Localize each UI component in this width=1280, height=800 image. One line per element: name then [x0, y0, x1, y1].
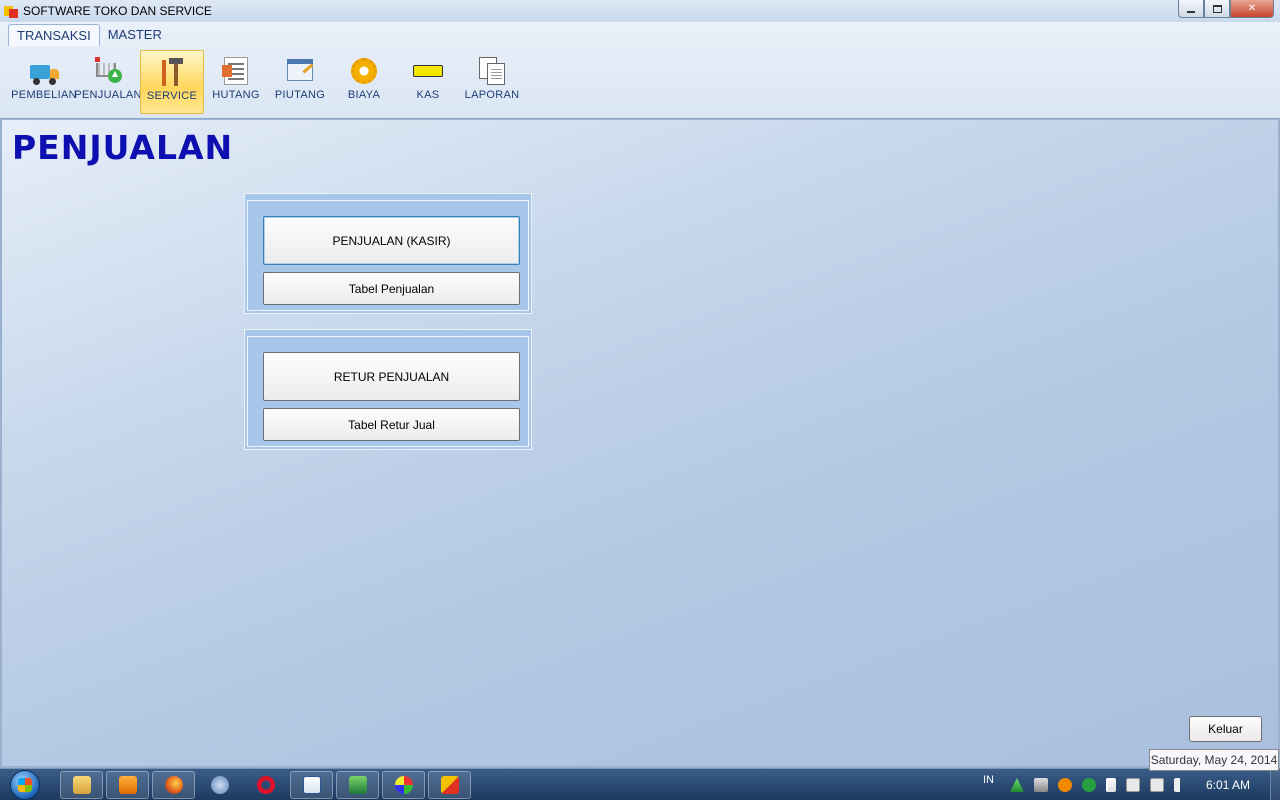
volume-icon[interactable]	[1173, 778, 1188, 792]
tools-icon	[156, 56, 188, 88]
tray-orange-icon[interactable]	[1057, 778, 1072, 792]
media-player-icon	[118, 775, 137, 794]
power-icon[interactable]	[1149, 778, 1164, 792]
excel-icon	[348, 775, 367, 794]
cart-icon	[92, 55, 124, 87]
close-button[interactable]: ✕	[1230, 0, 1274, 18]
main-content: PENJUALAN PENJUALAN (KASIR) Tabel Penjua…	[0, 120, 1280, 768]
opera-icon	[256, 775, 275, 794]
tray-network-icon[interactable]	[1033, 778, 1048, 792]
show-desktop-button[interactable]	[1270, 769, 1280, 800]
tool-service[interactable]: SERVICE	[140, 50, 204, 114]
maximize-button[interactable]	[1204, 0, 1230, 18]
tool-biaya[interactable]: BIAYA	[332, 50, 396, 114]
tool-label: BIAYA	[347, 89, 381, 101]
language-indicator[interactable]: IN	[983, 774, 994, 786]
taskbar-word[interactable]	[290, 770, 333, 799]
tool-penjualan[interactable]: PENJUALAN	[74, 50, 142, 114]
taskbar-app-window[interactable]	[428, 770, 471, 799]
ribbon: TRANSAKSI MASTER PEMBELIAN PENJUALAN SER…	[0, 22, 1280, 119]
action-center-flag-icon[interactable]	[1105, 778, 1116, 792]
taskbar-paint[interactable]	[382, 770, 425, 799]
invoice-icon	[284, 55, 316, 87]
window-controls: ✕	[1178, 0, 1274, 18]
firefox-icon	[164, 775, 183, 794]
report-icon	[476, 55, 508, 87]
ledger-icon	[220, 55, 252, 87]
return-table-button[interactable]: Tabel Retur Jual	[263, 408, 520, 441]
app-window-icon	[440, 775, 459, 794]
tool-hutang[interactable]: HUTANG	[204, 50, 268, 114]
taskbar-opera[interactable]	[244, 771, 287, 799]
close-icon: ✕	[1247, 3, 1257, 14]
paint-icon	[394, 775, 413, 794]
browser-icon	[210, 775, 229, 794]
tool-piutang[interactable]: PIUTANG	[268, 50, 332, 114]
tool-pembelian[interactable]: PEMBELIAN	[11, 50, 77, 114]
cash-icon	[412, 55, 444, 87]
tool-laporan[interactable]: LAPORAN	[460, 50, 524, 114]
tool-label: PEMBELIAN	[11, 89, 77, 101]
taskbar-excel[interactable]	[336, 770, 379, 799]
tool-kas[interactable]: KAS	[396, 50, 460, 114]
gear-icon	[348, 55, 380, 87]
truck-icon	[28, 55, 60, 87]
exit-button[interactable]: Keluar	[1189, 716, 1262, 742]
taskbar-explorer[interactable]	[60, 770, 103, 799]
page-title: PENJUALAN	[12, 128, 234, 167]
returns-panel: RETUR PENJUALAN Tabel Retur Jual	[244, 329, 532, 450]
tool-label: LAPORAN	[464, 89, 520, 101]
taskbar-firefox[interactable]	[152, 770, 195, 799]
taskbar: IN 6:01 AM	[0, 768, 1280, 800]
start-button[interactable]	[4, 769, 44, 800]
sales-panel: PENJUALAN (KASIR) Tabel Penjualan	[244, 193, 532, 314]
taskbar-media-player[interactable]	[106, 770, 149, 799]
ribbon-tabs: TRANSAKSI MASTER	[8, 24, 170, 46]
explorer-icon	[72, 775, 91, 794]
window-title: SOFTWARE TOKO DAN SERVICE	[23, 4, 212, 18]
maximize-icon	[1212, 4, 1222, 13]
sales-return-button[interactable]: RETUR PENJUALAN	[263, 352, 520, 401]
tool-label: SERVICE	[146, 90, 198, 102]
taskbar-clock[interactable]: 6:01 AM	[1206, 778, 1250, 792]
tool-label: PENJUALAN	[74, 89, 142, 101]
date-tooltip: Saturday, May 24, 2014	[1149, 749, 1279, 771]
word-icon	[302, 775, 321, 794]
system-tray: IN 6:01 AM	[983, 769, 1280, 800]
app-icon	[4, 4, 18, 18]
minimize-icon	[1187, 10, 1195, 13]
tool-label: KAS	[416, 89, 440, 101]
window-titlebar: SOFTWARE TOKO DAN SERVICE ✕	[0, 0, 1280, 22]
tray-device-icon[interactable]	[1125, 778, 1140, 792]
sales-table-button[interactable]: Tabel Penjualan	[263, 272, 520, 305]
minimize-button[interactable]	[1178, 0, 1204, 18]
taskbar-browser[interactable]	[198, 771, 241, 799]
windows-logo-icon	[18, 777, 32, 792]
cashier-sales-button[interactable]: PENJUALAN (KASIR)	[263, 216, 520, 265]
tab-master[interactable]: MASTER	[100, 24, 170, 46]
tab-transaksi[interactable]: TRANSAKSI	[8, 24, 100, 46]
tool-label: HUTANG	[212, 89, 260, 101]
tray-triangle-icon[interactable]	[1009, 778, 1024, 792]
tool-label: PIUTANG	[274, 89, 326, 101]
ribbon-toolbar: PEMBELIAN PENJUALAN SERVICE HUTANG PIUTA…	[11, 50, 524, 114]
tray-green-icon[interactable]	[1081, 778, 1096, 792]
